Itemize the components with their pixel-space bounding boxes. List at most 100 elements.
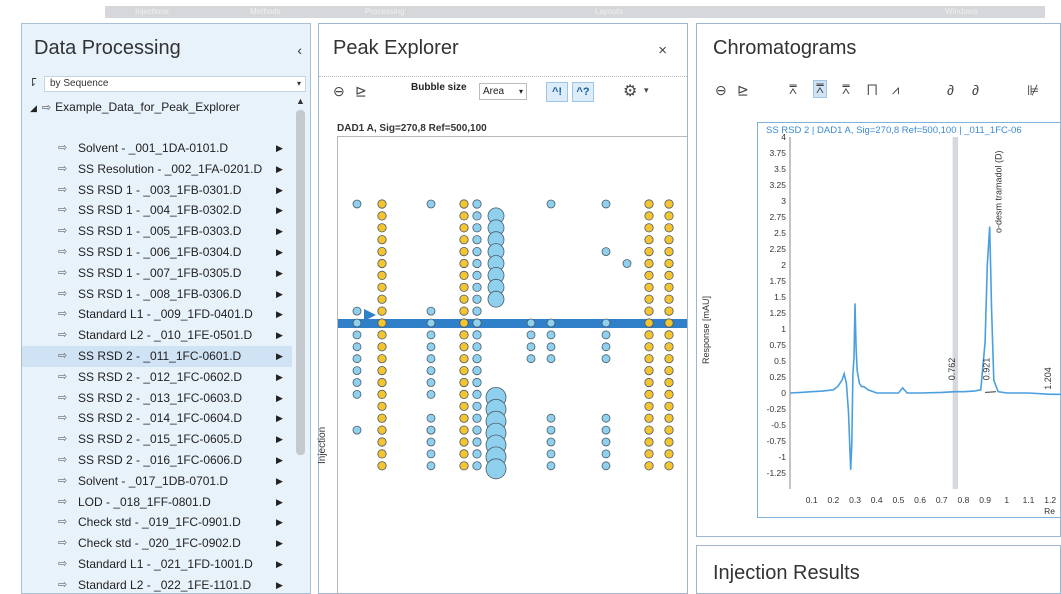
expand-arrow-icon[interactable]: ▶ <box>276 575 283 594</box>
identified-peak-bubble[interactable] <box>664 389 674 399</box>
unidentified-peak-bubble[interactable] <box>472 294 482 304</box>
injection-list-item[interactable]: ⇨ SS RSD 1 - _005_1FB-0303.D ▶ <box>22 221 292 242</box>
identified-peak-bubble[interactable] <box>377 389 387 399</box>
identified-peak-bubble[interactable] <box>664 235 674 245</box>
injection-list-item[interactable]: ⇨ SS RSD 2 - _016_1FC-0606.D ▶ <box>22 450 292 471</box>
identified-peak-bubble[interactable] <box>664 270 674 280</box>
unidentified-peak-bubble[interactable] <box>472 389 482 399</box>
unidentified-peak-bubble[interactable] <box>426 437 436 447</box>
injection-list-item[interactable]: ⇨ SS RSD 2 - _012_1FC-0602.D ▶ <box>22 367 292 388</box>
unidentified-peak-bubble[interactable] <box>426 425 436 435</box>
identified-peak-bubble[interactable] <box>644 258 654 269</box>
identified-peak-bubble[interactable] <box>644 366 654 376</box>
dropdown-caret-icon[interactable]: ▾ <box>644 85 649 96</box>
menu-tab[interactable]: Windows <box>945 6 977 18</box>
unidentified-peak-bubble[interactable] <box>426 366 436 376</box>
identified-peak-bubble[interactable] <box>459 377 469 388</box>
expand-arrow-icon[interactable]: ▶ <box>276 325 283 346</box>
unidentified-peak-bubble[interactable] <box>601 247 611 256</box>
unidentified-peak-bubble[interactable] <box>472 235 482 245</box>
unidentified-peak-bubble[interactable] <box>426 389 436 399</box>
unidentified-peak-bubble[interactable] <box>485 458 507 480</box>
identified-peak-bubble[interactable] <box>644 318 654 328</box>
identified-peak-bubble[interactable] <box>377 247 387 257</box>
unidentified-peak-bubble[interactable] <box>472 211 482 221</box>
expand-arrow-icon[interactable]: ▶ <box>276 304 283 325</box>
unidentified-peak-bubble[interactable] <box>472 247 482 257</box>
injection-list-item[interactable]: ⇨ Standard L2 - _010_1FE-0501.D ▶ <box>22 325 292 346</box>
vertical-scrollbar[interactable]: ▲ <box>294 96 307 594</box>
identified-peak-bubble[interactable] <box>377 425 387 435</box>
identified-peak-bubble[interactable] <box>664 461 674 471</box>
unidentified-peak-bubble[interactable] <box>472 330 482 340</box>
identified-peak-bubble[interactable] <box>664 342 674 352</box>
identified-peak-bubble[interactable] <box>377 270 387 280</box>
show-unidentified-toggle[interactable]: ^? <box>572 82 594 102</box>
unidentified-peak-bubble[interactable] <box>426 342 436 352</box>
overlay-peaks-icon[interactable]: ⩞ <box>789 82 797 98</box>
unidentified-peak-bubble[interactable] <box>426 306 436 316</box>
identified-peak-bubble[interactable] <box>644 413 654 423</box>
identified-peak-bubble[interactable] <box>644 211 654 221</box>
identified-peak-bubble[interactable] <box>459 425 469 435</box>
zoom-out-icon[interactable]: ⊖ <box>715 82 727 99</box>
identified-peak-bubble[interactable] <box>664 425 674 435</box>
menu-tab[interactable]: Methods <box>250 6 281 18</box>
unidentified-peak-bubble[interactable] <box>472 437 482 447</box>
identified-peak-bubble[interactable] <box>377 306 387 316</box>
unidentified-peak-bubble[interactable] <box>472 354 482 364</box>
unidentified-peak-bubble[interactable] <box>472 306 482 316</box>
baseline-peaks-icon[interactable]: ⩞ <box>842 82 850 98</box>
unidentified-peak-bubble[interactable] <box>601 330 611 340</box>
unidentified-peak-bubble[interactable] <box>526 318 536 328</box>
injection-list-item[interactable]: ⇨ Standard L2 - _022_1FE-1101.D ▶ <box>22 575 292 594</box>
injection-list-item[interactable]: ⇨ Standard L1 - _021_1FD-1001.D ▶ <box>22 554 292 575</box>
identified-peak-bubble[interactable] <box>459 282 469 292</box>
identified-peak-bubble[interactable] <box>644 294 654 304</box>
identified-peak-bubble[interactable] <box>644 461 654 471</box>
unidentified-peak-bubble[interactable] <box>472 258 482 269</box>
unidentified-peak-bubble[interactable] <box>352 342 362 352</box>
unidentified-peak-bubble[interactable] <box>546 437 556 447</box>
stacked-peaks-icon[interactable]: ⩞ <box>813 80 827 98</box>
injection-list-item[interactable]: ⇨ SS RSD 2 - _015_1FC-0605.D ▶ <box>22 429 292 450</box>
expand-arrow-icon[interactable]: ▶ <box>276 242 283 263</box>
unidentified-peak-bubble[interactable] <box>426 354 436 364</box>
injection-list-item[interactable]: ⇨ SS RSD 2 - _013_1FC-0603.D ▶ <box>22 388 292 409</box>
unidentified-peak-bubble[interactable] <box>526 354 536 364</box>
unidentified-peak-bubble[interactable] <box>352 378 362 387</box>
identified-peak-bubble[interactable] <box>459 330 469 340</box>
identified-peak-bubble[interactable] <box>644 342 654 352</box>
identified-peak-bubble[interactable] <box>664 437 674 447</box>
expand-arrow-icon[interactable]: ▶ <box>276 200 283 221</box>
link-x-icon[interactable]: ∂ <box>947 82 954 98</box>
close-button[interactable]: × <box>658 42 667 59</box>
injection-list-item[interactable]: ⇨ SS RSD 1 - _006_1FB-0304.D ▶ <box>22 242 292 263</box>
identified-peak-bubble[interactable] <box>377 413 387 423</box>
zoom-to-fit-icon[interactable]: ⊵ <box>737 82 749 99</box>
identified-peak-bubble[interactable] <box>377 199 387 209</box>
identified-peak-bubble[interactable] <box>459 389 469 399</box>
unidentified-peak-bubble[interactable] <box>601 413 611 423</box>
identified-peak-bubble[interactable] <box>644 437 654 447</box>
unidentified-peak-bubble[interactable] <box>526 330 536 340</box>
collapse-panel-button[interactable]: ‹ <box>297 42 302 58</box>
expand-arrow-icon[interactable]: ▶ <box>276 450 283 471</box>
unidentified-peak-bubble[interactable] <box>472 413 482 423</box>
injection-list-item[interactable]: ⇨ SS RSD 2 - _011_1FC-0601.D ▶ <box>22 346 292 367</box>
identified-peak-bubble[interactable] <box>459 342 469 352</box>
unidentified-peak-bubble[interactable] <box>352 354 362 364</box>
identified-peak-bubble[interactable] <box>377 282 387 292</box>
identified-peak-bubble[interactable] <box>644 223 654 233</box>
unidentified-peak-bubble[interactable] <box>352 425 362 435</box>
spectrum-icon[interactable]: ⊯ <box>1027 82 1039 99</box>
unidentified-peak-bubble[interactable] <box>601 461 611 471</box>
scroll-thumb[interactable] <box>296 110 305 455</box>
unidentified-peak-bubble[interactable] <box>546 342 556 352</box>
identified-peak-bubble[interactable] <box>459 211 469 221</box>
unidentified-peak-bubble[interactable] <box>352 306 362 316</box>
identified-peak-bubble[interactable] <box>459 413 469 423</box>
identified-peak-bubble[interactable] <box>459 270 469 280</box>
injection-list-item[interactable]: ⇨ Check std - _020_1FC-0902.D ▶ <box>22 533 292 554</box>
identified-peak-bubble[interactable] <box>459 247 469 257</box>
